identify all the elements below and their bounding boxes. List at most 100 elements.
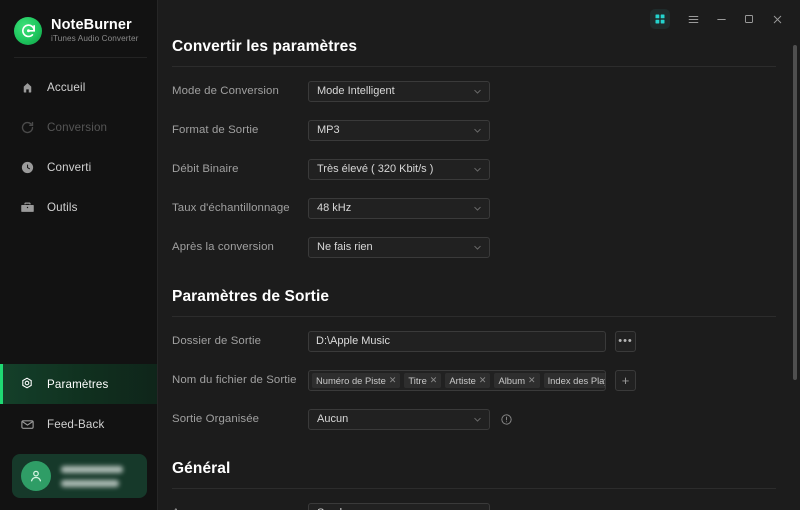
vertical-scrollbar[interactable] [793, 45, 797, 380]
application-window: NoteBurner iTunes Audio Converter Accuei… [0, 0, 800, 510]
sidebar-item-label: Paramètres [47, 377, 109, 391]
close-icon[interactable] [764, 6, 790, 32]
row-format-de-sortie: Format de Sortie MP3 [158, 115, 800, 145]
row-taux-echantillonnage: Taux d'échantillonnage 48 kHz [158, 193, 800, 223]
brand-subtitle: iTunes Audio Converter [51, 34, 139, 44]
sidebar-item-converti[interactable]: Converti [0, 147, 157, 187]
sidebar: NoteBurner iTunes Audio Converter Accuei… [0, 0, 158, 510]
sidebar-item-label: Conversion [47, 120, 108, 134]
section-title: Général [172, 460, 231, 477]
select-value: Mode Intelligent [317, 85, 395, 97]
row-apres-la-conversion: Après la conversion Ne fais rien [158, 232, 800, 262]
select-value: Ne fais rien [317, 241, 373, 253]
sidebar-item-parametres[interactable]: Paramètres [0, 364, 157, 404]
chevron-down-icon [472, 242, 483, 253]
row-apparence: Apparence Sombre [158, 498, 800, 510]
select-value: Très élevé ( 320 Kbit/s ) [317, 163, 434, 175]
section-divider [172, 488, 776, 489]
row-nom-du-fichier-de-sortie: Nom du fichier de Sortie Numéro de Piste… [158, 365, 800, 395]
filename-tag-chip[interactable]: Numéro de Piste ✕ [312, 372, 401, 388]
sidebar-item-label: Outils [47, 200, 78, 214]
field-label: Sortie Organisée [172, 413, 260, 425]
section-output-settings: Paramètres de Sortie Dossier de Sortie D… [158, 288, 800, 434]
row-sortie-organisee: Sortie Organisée Aucun [158, 404, 800, 434]
noteburner-logo-icon [14, 17, 42, 45]
close-icon[interactable]: ✕ [389, 375, 397, 386]
menu-icon[interactable] [680, 6, 706, 32]
chevron-down-icon [472, 164, 483, 175]
select-value: Aucun [317, 413, 349, 425]
section-divider [172, 66, 776, 67]
chevron-down-icon [472, 203, 483, 214]
sidebar-item-label: Converti [47, 160, 92, 174]
chevron-down-icon [472, 414, 483, 425]
debit-binaire-select[interactable]: Très élevé ( 320 Kbit/s ) [308, 158, 490, 180]
chip-label: Index des Playli [547, 374, 605, 386]
chip-label: Artiste [449, 374, 476, 386]
dossier-de-sortie-input[interactable]: D:\Apple Music [308, 330, 606, 352]
row-mode-de-conversion: Mode de Conversion Mode Intelligent [158, 76, 800, 106]
filename-tag-chip[interactable]: Artiste ✕ [445, 372, 491, 388]
main-content: Convertir les paramètres Mode de Convers… [158, 0, 800, 510]
home-icon [18, 78, 36, 96]
chip-label: Titre [408, 374, 427, 386]
apparence-select[interactable]: Sombre [308, 502, 490, 510]
add-filename-tag-button[interactable]: + [615, 369, 636, 391]
sidebar-divider [14, 57, 147, 58]
filename-tags-container[interactable]: Numéro de Piste ✕ Titre ✕ Artiste ✕ Albu… [308, 369, 606, 391]
format-de-sortie-select[interactable]: MP3 [308, 119, 490, 141]
select-value: MP3 [317, 124, 340, 136]
section-divider [172, 316, 776, 317]
brand-logo-area: NoteBurner iTunes Audio Converter [0, 0, 157, 48]
minimize-icon[interactable] [708, 6, 734, 32]
sidebar-item-outils[interactable]: Outils [0, 187, 157, 227]
chevron-down-icon [472, 125, 483, 136]
field-label: Mode de Conversion [172, 85, 279, 97]
sidebar-item-conversion[interactable]: Conversion [0, 107, 157, 147]
refresh-icon [18, 118, 36, 136]
close-icon[interactable]: ✕ [479, 375, 487, 386]
sidebar-bottom: Paramètres Feed-Back [0, 364, 157, 510]
field-label: Nom du fichier de Sortie [172, 374, 297, 386]
brand-title: NoteBurner [51, 17, 132, 34]
select-value: 48 kHz [317, 202, 352, 214]
apres-la-conversion-select[interactable]: Ne fais rien [308, 236, 490, 258]
section-title: Paramètres de Sortie [172, 288, 330, 305]
exclamation-circle-icon[interactable] [500, 413, 513, 426]
settings-scroll-area: Convertir les paramètres Mode de Convers… [158, 0, 800, 510]
field-label: Taux d'échantillonnage [172, 202, 290, 214]
section-title: Convertir les paramètres [172, 38, 358, 55]
sidebar-item-label: Accueil [47, 80, 86, 94]
sidebar-nav: Accueil Conversion Converti Outils [0, 67, 157, 227]
account-text [61, 465, 123, 487]
toolbox-icon [18, 198, 36, 216]
row-dossier-de-sortie: Dossier de Sortie D:\Apple Music ••• [158, 326, 800, 356]
sidebar-item-feedback[interactable]: Feed-Back [0, 404, 157, 444]
maximize-icon[interactable] [736, 6, 762, 32]
envelope-icon [18, 415, 36, 433]
section-general: Général Apparence Sombre Langues Françai… [158, 460, 800, 510]
chevron-down-icon [472, 86, 483, 97]
chip-label: Numéro de Piste [316, 374, 386, 386]
filename-tag-chip[interactable]: Album ✕ [494, 372, 540, 388]
section-convert-settings: Convertir les paramètres Mode de Convers… [158, 38, 800, 262]
window-titlebar [316, 0, 800, 38]
field-label: Format de Sortie [172, 124, 259, 136]
account-email-redacted [61, 479, 119, 487]
mode-de-conversion-select[interactable]: Mode Intelligent [308, 80, 490, 102]
apps-grid-icon[interactable] [650, 9, 670, 29]
field-label: Débit Binaire [172, 163, 239, 175]
sidebar-item-label: Feed-Back [47, 417, 105, 431]
account-card[interactable] [12, 454, 147, 498]
filename-tag-chip[interactable]: Index des Playli [543, 372, 605, 388]
filename-tag-chip[interactable]: Titre ✕ [404, 372, 442, 388]
clock-icon [18, 158, 36, 176]
browse-folder-button[interactable]: ••• [615, 330, 636, 352]
sortie-organisee-select[interactable]: Aucun [308, 408, 490, 430]
taux-echantillonnage-select[interactable]: 48 kHz [308, 197, 490, 219]
close-icon[interactable]: ✕ [528, 375, 536, 386]
close-icon[interactable]: ✕ [430, 375, 438, 386]
sidebar-item-accueil[interactable]: Accueil [0, 67, 157, 107]
avatar [21, 461, 51, 491]
gear-icon [18, 375, 36, 393]
